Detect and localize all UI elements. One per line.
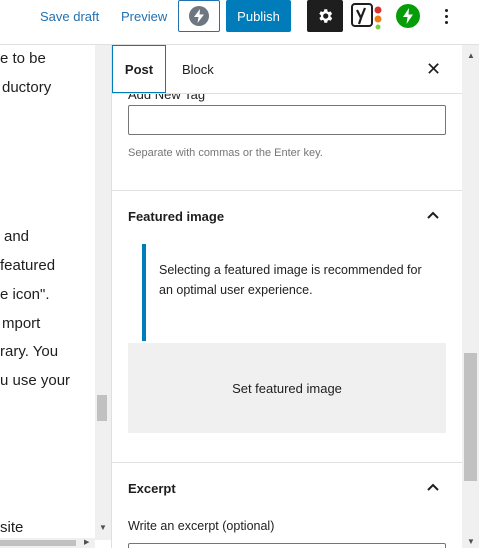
excerpt-textarea[interactable] [128,543,446,548]
publish-button[interactable]: Publish [226,0,291,32]
bolt-icon [189,6,209,26]
featured-image-panel-title[interactable]: Featured image [128,209,224,224]
more-options-button[interactable] [436,4,456,28]
close-icon[interactable]: ✕ [426,59,441,80]
editor-canvas[interactable]: e to be ductory and featured e icon". mp… [0,45,95,540]
save-draft-button[interactable]: Save draft [40,9,99,24]
tag-input[interactable] [128,105,446,135]
editor-text-line: ductory [2,79,52,96]
editor-vertical-scrollbar[interactable]: ▼ [95,45,111,540]
section-divider [112,190,462,191]
editor-text-line: e to be [0,50,46,67]
chevron-up-icon[interactable] [426,210,440,220]
scroll-right-arrow-icon[interactable]: ▶ [84,538,89,546]
editor-text-line: and [4,228,30,245]
tab-block[interactable]: Block [182,45,214,93]
sidebar-vertical-scrollbar[interactable]: ▲ ▼ [462,45,479,548]
section-divider [112,462,462,463]
editor-text-line: site [0,519,24,536]
featured-image-notice: Selecting a featured image is recommende… [142,244,446,341]
more-vertical-icon [444,8,448,12]
scroll-down-arrow-icon[interactable]: ▼ [99,523,107,532]
editor-text-line: featured [0,257,56,274]
yoast-seo-button[interactable] [351,2,385,30]
editor-text-line: rary. You [0,343,59,360]
set-featured-image-button[interactable]: Set featured image [128,343,446,433]
editor-text-line: u use your [0,372,71,389]
scrollbar-thumb[interactable] [97,395,107,421]
settings-button[interactable] [307,0,343,32]
performance-button[interactable] [178,0,220,32]
excerpt-field-label: Write an excerpt (optional) [128,519,275,533]
yoast-icon [351,3,382,30]
set-featured-image-label: Set featured image [232,380,342,396]
jetpack-button[interactable] [396,4,420,28]
preview-button[interactable]: Preview [121,9,167,24]
editor-text-line: mport [2,315,41,332]
scrollbar-thumb[interactable] [464,353,477,481]
gear-icon [319,9,333,23]
editor-header-toolbar: Save draft Preview Publish [0,0,479,36]
editor-horizontal-scrollbar[interactable]: ▶ [0,538,95,548]
chevron-up-icon[interactable] [426,482,440,492]
sidebar-tabs: Post Block ✕ [112,45,462,94]
jetpack-icon [403,8,413,24]
tab-post[interactable]: Post [112,45,166,93]
notice-text: Selecting a featured image is recommende… [159,263,422,297]
scroll-down-arrow-icon[interactable]: ▼ [467,537,475,546]
scroll-up-arrow-icon[interactable]: ▲ [467,51,475,60]
tag-help-text: Separate with commas or the Enter key. [128,147,323,159]
excerpt-panel-title[interactable]: Excerpt [128,481,176,496]
editor-text-line: e icon". [0,286,50,303]
settings-sidebar: Post Block ✕ Add New Tag Separate with c… [112,45,462,548]
scrollbar-thumb[interactable] [0,540,76,546]
